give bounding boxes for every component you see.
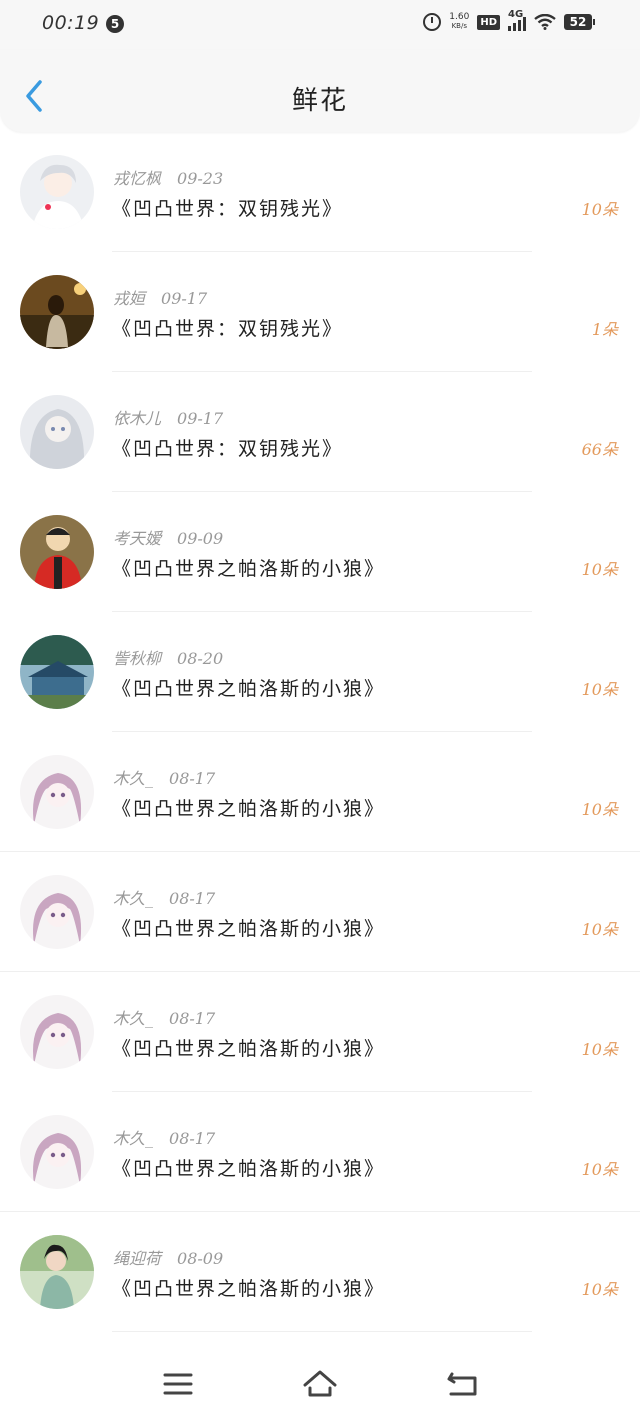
book-title: 《凹凸世界之帕洛斯的小狼》 [112,558,386,580]
avatar[interactable] [20,275,94,349]
flower-row[interactable]: 木久_ 08-17 《凹凸世界之帕洛斯的小狼》 10朵 [0,852,640,972]
battery-icon: 52 [564,14,595,30]
date: 09-09 [177,529,224,548]
avatar[interactable] [20,1235,94,1309]
flower-count: 10朵 [581,800,618,819]
flower-count: 66朵 [581,440,618,459]
date: 08-20 [177,649,224,668]
page-title: 鲜花 [291,86,348,116]
username: 訾秋柳 [113,649,162,668]
row-meta: 訾秋柳 08-20 [113,645,223,669]
flower-count: 10朵 [581,1040,618,1059]
row-meta: 木久_ 08-17 [113,1005,215,1029]
row-meta: 依木儿 09-17 [113,405,223,429]
row-divider [112,1331,532,1332]
date: 08-09 [177,1249,224,1268]
username: 木久_ [113,1129,154,1148]
avatar[interactable] [20,155,94,229]
network-type: 4G [508,9,524,20]
row-meta: 木久_ 08-17 [113,885,215,909]
book-title: 《凹凸世界之帕洛斯的小狼》 [112,1278,386,1300]
avatar[interactable] [20,515,94,589]
flower-row[interactable]: 木久_ 08-17 《凹凸世界之帕洛斯的小狼》 10朵 [0,732,640,852]
username: 木久_ [113,1009,154,1028]
flower-list: 戎忆枫 09-23 《凹凸世界：双钥残光》 10朵 戎姮 09-17 《凹凸世界：双钥残光》… [0,132,640,1332]
book-title: 《凹凸世界：双钥残光》 [112,318,344,340]
avatar[interactable] [20,635,94,709]
book-title: 《凹凸世界：双钥残光》 [112,438,344,460]
flower-count: 10朵 [581,200,618,219]
row-meta: 戎姮 09-17 [113,285,207,309]
flower-row[interactable]: 绳迎荷 08-09 《凹凸世界之帕洛斯的小狼》 10朵 [0,1212,640,1332]
menu-button[interactable] [158,1364,198,1404]
username: 木久_ [113,769,154,788]
avatar[interactable] [20,395,94,469]
row-meta: 木久_ 08-17 [113,765,215,789]
flower-count: 10朵 [581,680,618,699]
username: 木久_ [113,889,154,908]
date: 09-17 [177,409,224,428]
status-time: 00:19 [42,12,100,34]
signal-icon: 4G [508,9,526,31]
flower-row[interactable]: 考天嫒 09-09 《凹凸世界之帕洛斯的小狼》 10朵 [0,492,640,612]
row-meta: 考天嫒 09-09 [113,525,223,549]
book-title: 《凹凸世界之帕洛斯的小狼》 [112,918,386,940]
avatar[interactable] [20,755,94,829]
menu-icon [163,1373,193,1395]
date: 09-23 [177,169,224,188]
book-title: 《凹凸世界之帕洛斯的小狼》 [112,1158,386,1180]
username: 戎姮 [113,289,146,308]
date: 08-17 [169,889,216,908]
flower-count: 10朵 [581,1160,618,1179]
header: 鲜花 [0,50,640,132]
flower-count: 10朵 [581,560,618,579]
avatar[interactable] [20,995,94,1069]
book-title: 《凹凸世界之帕洛斯的小狼》 [112,798,386,820]
back-nav-button[interactable] [443,1364,483,1404]
username: 考天嫒 [113,529,162,548]
username: 戎忆枫 [113,169,162,188]
flower-count: 10朵 [581,1280,618,1299]
hd-badge: HD [477,14,500,30]
row-meta: 戎忆枫 09-23 [113,165,223,189]
avatar[interactable] [20,1115,94,1189]
date: 09-17 [161,289,208,308]
system-nav-bar [0,1340,640,1422]
flower-count: 10朵 [581,920,618,939]
flower-row[interactable]: 木久_ 08-17 《凹凸世界之帕洛斯的小狼》 10朵 [0,972,640,1092]
username: 绳迎荷 [113,1249,162,1268]
home-button[interactable] [300,1364,340,1404]
book-title: 《凹凸世界之帕洛斯的小狼》 [112,678,386,700]
back-icon [447,1372,477,1396]
status-icons: 1.60 KB/s HD 4G 52 [423,9,595,31]
book-title: 《凹凸世界之帕洛斯的小狼》 [112,1038,386,1060]
username: 依木儿 [113,409,162,428]
net-speed: 1.60 KB/s [449,13,469,31]
net-speed-unit: KB/s [451,22,467,30]
home-icon [303,1370,337,1397]
flower-row[interactable]: 戎忆枫 09-23 《凹凸世界：双钥残光》 10朵 [0,132,640,252]
book-title: 《凹凸世界：双钥残光》 [112,198,344,220]
flower-row[interactable]: 木久_ 08-17 《凹凸世界之帕洛斯的小狼》 10朵 [0,1092,640,1212]
flower-row[interactable]: 戎姮 09-17 《凹凸世界：双钥残光》 1朵 [0,252,640,372]
row-meta: 绳迎荷 08-09 [113,1245,223,1269]
notification-badge: 5 [106,15,124,33]
date: 08-17 [169,1129,216,1148]
net-speed-value: 1.60 [449,12,470,22]
row-meta: 木久_ 08-17 [113,1125,215,1149]
flower-row[interactable]: 依木儿 09-17 《凹凸世界：双钥残光》 66朵 [0,372,640,492]
date: 08-17 [169,769,216,788]
alarm-icon [423,13,442,31]
flower-count: 1朵 [591,320,618,339]
date: 08-17 [169,1009,216,1028]
status-bar: 00:19 5 1.60 KB/s HD 4G 52 [0,0,640,50]
wifi-icon [534,14,556,30]
avatar[interactable] [20,875,94,949]
flower-row[interactable]: 訾秋柳 08-20 《凹凸世界之帕洛斯的小狼》 10朵 [0,612,640,732]
